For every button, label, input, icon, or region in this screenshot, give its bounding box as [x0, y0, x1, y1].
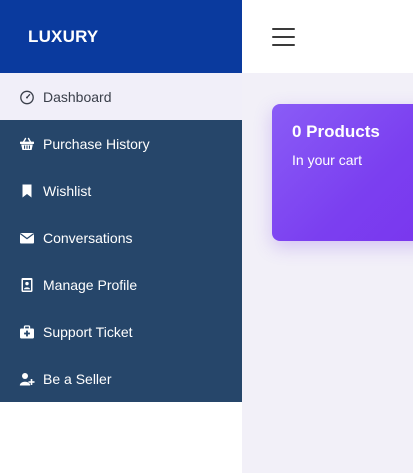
sidebar-item-wishlist[interactable]: Wishlist — [0, 167, 242, 214]
sidebar-item-label: Wishlist — [43, 182, 92, 199]
sidebar-item-support-ticket[interactable]: Support Ticket — [0, 308, 242, 355]
sidebar-item-dashboard[interactable]: Dashboard — [0, 73, 242, 120]
id-badge-icon — [18, 276, 36, 294]
medkit-icon — [18, 323, 36, 341]
main-content: 0 Products In your cart — [242, 0, 413, 473]
sidebar-item-label: Dashboard — [43, 88, 112, 105]
sidebar: LUXURY Dashboard Purchase History Wishli… — [0, 0, 242, 473]
brand-logo[interactable]: LUXURY — [0, 0, 242, 73]
cart-products-count: 0 Products — [292, 122, 380, 141]
brand-name: LUXURY — [28, 26, 99, 46]
envelope-icon — [18, 229, 36, 247]
bookmark-icon — [18, 182, 36, 200]
sidebar-item-manage-profile[interactable]: Manage Profile — [0, 261, 242, 308]
top-bar — [242, 0, 413, 73]
cart-summary-card: 0 Products In your cart — [272, 104, 413, 241]
sidebar-item-label: Purchase History — [43, 135, 150, 152]
sidebar-item-label: Be a Seller — [43, 370, 112, 387]
sidebar-item-purchase-history[interactable]: Purchase History — [0, 120, 242, 167]
dashboard-gauge-icon — [18, 88, 36, 106]
sidebar-item-conversations[interactable]: Conversations — [0, 214, 242, 261]
sidebar-item-label: Manage Profile — [43, 276, 138, 293]
user-plus-icon — [18, 370, 36, 388]
sidebar-item-be-a-seller[interactable]: Be a Seller — [0, 355, 242, 402]
sidebar-item-label: Conversations — [43, 229, 133, 246]
cart-subtitle: In your cart — [292, 152, 363, 168]
shopping-basket-icon — [18, 135, 36, 153]
sidebar-item-label: Support Ticket — [43, 323, 133, 340]
hamburger-icon[interactable] — [272, 27, 295, 46]
sidebar-menu: Dashboard Purchase History Wishlist Conv… — [0, 73, 242, 402]
